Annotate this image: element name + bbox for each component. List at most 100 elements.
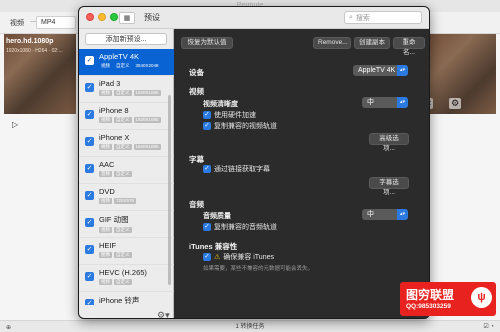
- preset-checkbox[interactable]: ✓: [85, 272, 94, 281]
- preset-tag: 自定义: [114, 171, 132, 177]
- checkmark-icon: ✓: [203, 223, 211, 231]
- hw-accel-checkbox[interactable]: ✓ 使用硬件加速: [203, 110, 256, 120]
- preset-checkbox[interactable]: ✓: [85, 164, 94, 173]
- audio-quality-value: 中: [367, 211, 374, 218]
- add-preset-button[interactable]: 添加新预设...: [85, 33, 167, 45]
- rename-button[interactable]: 重命名...: [393, 37, 425, 56]
- preset-item[interactable]: ✓ DVD 视频 720X576: [79, 184, 174, 211]
- grid-view-icon[interactable]: ▦: [119, 12, 135, 24]
- preset-checkbox[interactable]: ✓: [85, 299, 94, 305]
- format-selector[interactable]: MP4: [36, 16, 76, 29]
- preset-tag: 自定义: [114, 90, 132, 96]
- subtitles-section-label: 字幕: [189, 155, 204, 164]
- copy-video-label: 复制兼容的视频轨道: [214, 123, 277, 130]
- advanced-options-button[interactable]: 高级选项...: [369, 133, 409, 152]
- itunes-checkbox[interactable]: ✓ ⚠ 确保兼容 iTunes: [203, 252, 274, 262]
- preset-checkbox[interactable]: ✓: [85, 245, 94, 254]
- preset-tag: 自定义: [114, 279, 132, 285]
- preset-tags: 视频 自定义 1920X1080: [99, 117, 174, 123]
- device-label: 设备: [189, 68, 204, 77]
- remove-button[interactable]: Remove...: [313, 37, 351, 49]
- preset-tag: 1920X1080: [133, 144, 161, 150]
- preset-tag: 视频: [99, 90, 112, 96]
- audio-quality-select[interactable]: 中 ▴▾: [362, 209, 408, 220]
- preset-tag: 自定义: [114, 117, 132, 123]
- device-select[interactable]: AppleTV 4K ▴▾: [353, 65, 408, 76]
- preset-name: AppleTV 4K: [99, 52, 140, 61]
- file-meta: 1920x1080 · H264 · 02:...: [6, 48, 63, 54]
- status-bar: ⊕ 1 转换任务 ☑ ◔: [0, 320, 500, 332]
- checkmark-icon: ✓: [203, 111, 211, 119]
- preset-settings-pane: 恢复为默认值 Remove... 创建副本 重命名... 设备 AppleTV …: [175, 29, 429, 318]
- minimize-button[interactable]: [98, 13, 106, 21]
- presets-titlebar: ▦ 预设 ⌕ 搜索: [79, 7, 429, 29]
- preset-tag: 720X576: [114, 198, 137, 204]
- search-icon: ⌕: [349, 13, 353, 21]
- preset-tag: 视频: [99, 279, 112, 285]
- watermark-title: 图穷联盟: [406, 288, 455, 302]
- video-quality-select[interactable]: 中 ▴▾: [362, 97, 408, 108]
- preset-item[interactable]: ✓ HEVC (H.265) 视频 自定义: [79, 265, 174, 292]
- play-icon[interactable]: ▷: [12, 120, 18, 129]
- gear-menu-icon[interactable]: ⚙▾: [157, 310, 170, 318]
- subtitles-fetch-label: 通过链接获取字幕: [214, 166, 270, 173]
- video-section-label: 视频: [189, 87, 204, 96]
- add-icon[interactable]: ⊕: [6, 322, 11, 332]
- duplicate-button[interactable]: 创建副本: [354, 37, 390, 49]
- restore-defaults-button[interactable]: 恢复为默认值: [181, 37, 233, 49]
- preset-name: DVD: [99, 187, 115, 196]
- device-value: AppleTV 4K: [358, 67, 396, 74]
- preset-tag: 1920X1080: [133, 90, 161, 96]
- flame-logo-icon: ψ: [471, 287, 492, 308]
- copy-audio-checkbox[interactable]: ✓ 复制兼容的音频轨道: [203, 222, 277, 232]
- close-button[interactable]: [86, 13, 94, 21]
- preset-tags: 视频 自定义: [99, 279, 174, 285]
- zoom-button[interactable]: [110, 13, 118, 21]
- preset-checkbox[interactable]: ✓: [85, 83, 94, 92]
- subtitle-options-button[interactable]: 字幕选项...: [369, 177, 409, 196]
- preset-tags: 视频 自定义 1920X1080: [99, 144, 174, 150]
- preset-item[interactable]: ✓ iPhone 8 视频 自定义 1920X1080: [79, 103, 174, 130]
- preset-item[interactable]: ✓ iPad 3 视频 自定义 1920X1080: [79, 76, 174, 103]
- preset-name: iPhone 铃声: [99, 296, 140, 305]
- preset-item[interactable]: ✓iPhone 铃声音频自定义: [79, 292, 174, 305]
- copy-video-checkbox[interactable]: ✓ 复制兼容的视频轨道: [203, 121, 277, 131]
- status-icons[interactable]: ☑ ◔: [483, 321, 494, 332]
- preset-checkbox[interactable]: ✓: [85, 218, 94, 227]
- preset-tag: 视频: [99, 227, 112, 233]
- checkmark-icon: ✓: [203, 253, 211, 261]
- chevron-updown-icon: ▴▾: [397, 97, 408, 108]
- preset-tags: 视频 720X576: [99, 198, 174, 204]
- preset-list-scrollbar[interactable]: [168, 95, 171, 285]
- preset-checkbox[interactable]: ✓: [85, 137, 94, 146]
- video-quality-label: 视频清晰度: [203, 101, 238, 108]
- search-input[interactable]: ⌕ 搜索: [344, 11, 422, 24]
- preset-tags: 音频 自定义: [99, 171, 174, 177]
- preset-item[interactable]: ✓ AAC 音频 自定义: [79, 157, 174, 184]
- video-quality-value: 中: [367, 99, 374, 106]
- hw-accel-label: 使用硬件加速: [214, 112, 256, 119]
- preset-item[interactable]: ✓ GIF 动图 视频 自定义: [79, 211, 174, 238]
- watermark-qq: QQ:985303259: [406, 303, 451, 310]
- preset-checkbox[interactable]: ✓: [85, 191, 94, 200]
- checkmark-icon: ✓: [203, 122, 211, 130]
- preset-checkbox[interactable]: ✓: [85, 56, 94, 65]
- preset-name: iPad 3: [99, 79, 121, 88]
- preset-tag: 视频: [101, 63, 110, 68]
- preset-name: AAC: [99, 160, 115, 169]
- status-text: 1 转换任务: [235, 324, 265, 330]
- preset-tag: 自定义: [114, 227, 132, 233]
- chevron-updown-icon: ▴▾: [397, 65, 408, 76]
- preset-tags: 图像 自定义: [99, 252, 174, 258]
- preset-tag: 1920X1080: [133, 117, 161, 123]
- preset-item[interactable]: ✓ iPhone X 视频 自定义 1920X1080: [79, 130, 174, 157]
- preset-checkbox[interactable]: ✓: [85, 110, 94, 119]
- preset-tags: 视频 自定义 3840X2048: [99, 63, 174, 69]
- preset-item[interactable]: ✓ HEIF 图像 自定义: [79, 238, 174, 265]
- gear-icon[interactable]: ⚙: [449, 98, 462, 109]
- file-thumbnail[interactable]: hero.hd.1080p 1920x1080 · H264 · 02:... …: [4, 34, 76, 129]
- preset-tag: 自定义: [116, 63, 130, 68]
- chevron-updown-icon: ▴▾: [397, 209, 408, 220]
- preset-item[interactable]: ✓ AppleTV 4K 视频 自定义 3840X2048: [79, 49, 174, 76]
- subtitles-fetch-checkbox[interactable]: ✓ 通过链接获取字幕: [203, 164, 270, 174]
